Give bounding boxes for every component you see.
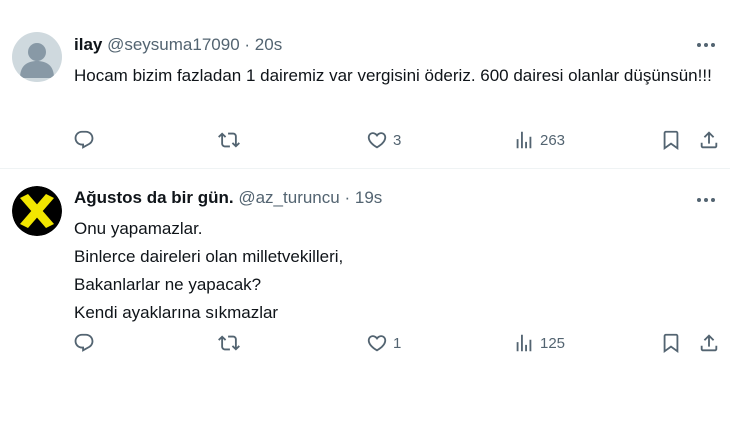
more-icon [697, 43, 715, 47]
reply-button[interactable] [73, 331, 95, 355]
reply-button[interactable] [73, 128, 95, 152]
avatar[interactable] [12, 32, 62, 82]
retweet-button[interactable] [218, 128, 240, 152]
like-icon [367, 335, 387, 352]
bookmark-icon [663, 130, 679, 151]
share-button[interactable] [698, 128, 720, 152]
tweet-text: Onu yapamazlar. Binlerce daireleri olan … [74, 215, 714, 327]
tweet[interactable]: ilay @seysuma17090 · 20s Hocam bizim faz… [0, 0, 730, 168]
user-handle[interactable]: @seysuma17090 [107, 35, 240, 54]
tweet-text-line: Kendi ayaklarına sıkmazlar [74, 303, 279, 322]
views-button[interactable]: 125 [513, 331, 565, 355]
user-handle[interactable]: @az_turuncu [238, 188, 339, 207]
timestamp[interactable]: 19s [355, 188, 382, 207]
like-count: 3 [393, 131, 402, 149]
bookmark-icon [663, 333, 679, 354]
avatar[interactable] [12, 186, 62, 236]
like-button[interactable]: 1 [366, 331, 401, 355]
action-bar: 1 125 [0, 331, 730, 355]
tweet[interactable]: Ağustos da bir gün. @az_turuncu · 19s On… [0, 168, 730, 421]
reply-icon [74, 130, 94, 149]
x-logo-avatar-icon [12, 186, 62, 236]
tweet-header: ilay @seysuma17090 · 20s [74, 34, 282, 56]
separator-dot: · [244, 35, 251, 54]
like-icon [367, 132, 387, 149]
tweet-text-line: Bakanlarlar ne yapacak? [74, 275, 262, 294]
tweet-text-line: Binlerce daireleri olan milletvekilleri, [74, 247, 344, 266]
more-button[interactable] [694, 33, 718, 57]
retweet-icon [218, 132, 240, 148]
views-icon [516, 131, 532, 149]
view-count: 263 [540, 131, 566, 149]
default-avatar-icon [12, 32, 62, 82]
more-icon [697, 198, 715, 202]
tweet-header: Ağustos da bir gün. @az_turuncu · 19s [74, 187, 382, 209]
display-name[interactable]: Ağustos da bir gün. [74, 188, 234, 207]
tweet-text-line: Onu yapamazlar. [74, 219, 203, 238]
tweet-text-line: Hocam bizim fazladan 1 dairemiz var verg… [74, 66, 712, 85]
bookmark-button[interactable] [660, 331, 682, 355]
retweet-icon [218, 335, 240, 351]
bookmark-button[interactable] [660, 128, 682, 152]
share-icon [700, 131, 718, 149]
like-button[interactable]: 3 [366, 128, 401, 152]
views-icon [516, 334, 532, 352]
timestamp[interactable]: 20s [255, 35, 282, 54]
share-button[interactable] [698, 331, 720, 355]
retweet-button[interactable] [218, 331, 240, 355]
reply-icon [74, 333, 94, 352]
separator-dot: · [344, 188, 351, 207]
share-icon [700, 334, 718, 352]
action-bar: 3 263 [0, 128, 730, 152]
like-count: 1 [393, 334, 402, 352]
more-button[interactable] [694, 188, 718, 212]
view-count: 125 [540, 334, 566, 352]
views-button[interactable]: 263 [513, 128, 565, 152]
display-name[interactable]: ilay [74, 35, 102, 54]
tweet-text: Hocam bizim fazladan 1 dairemiz var verg… [74, 62, 714, 89]
